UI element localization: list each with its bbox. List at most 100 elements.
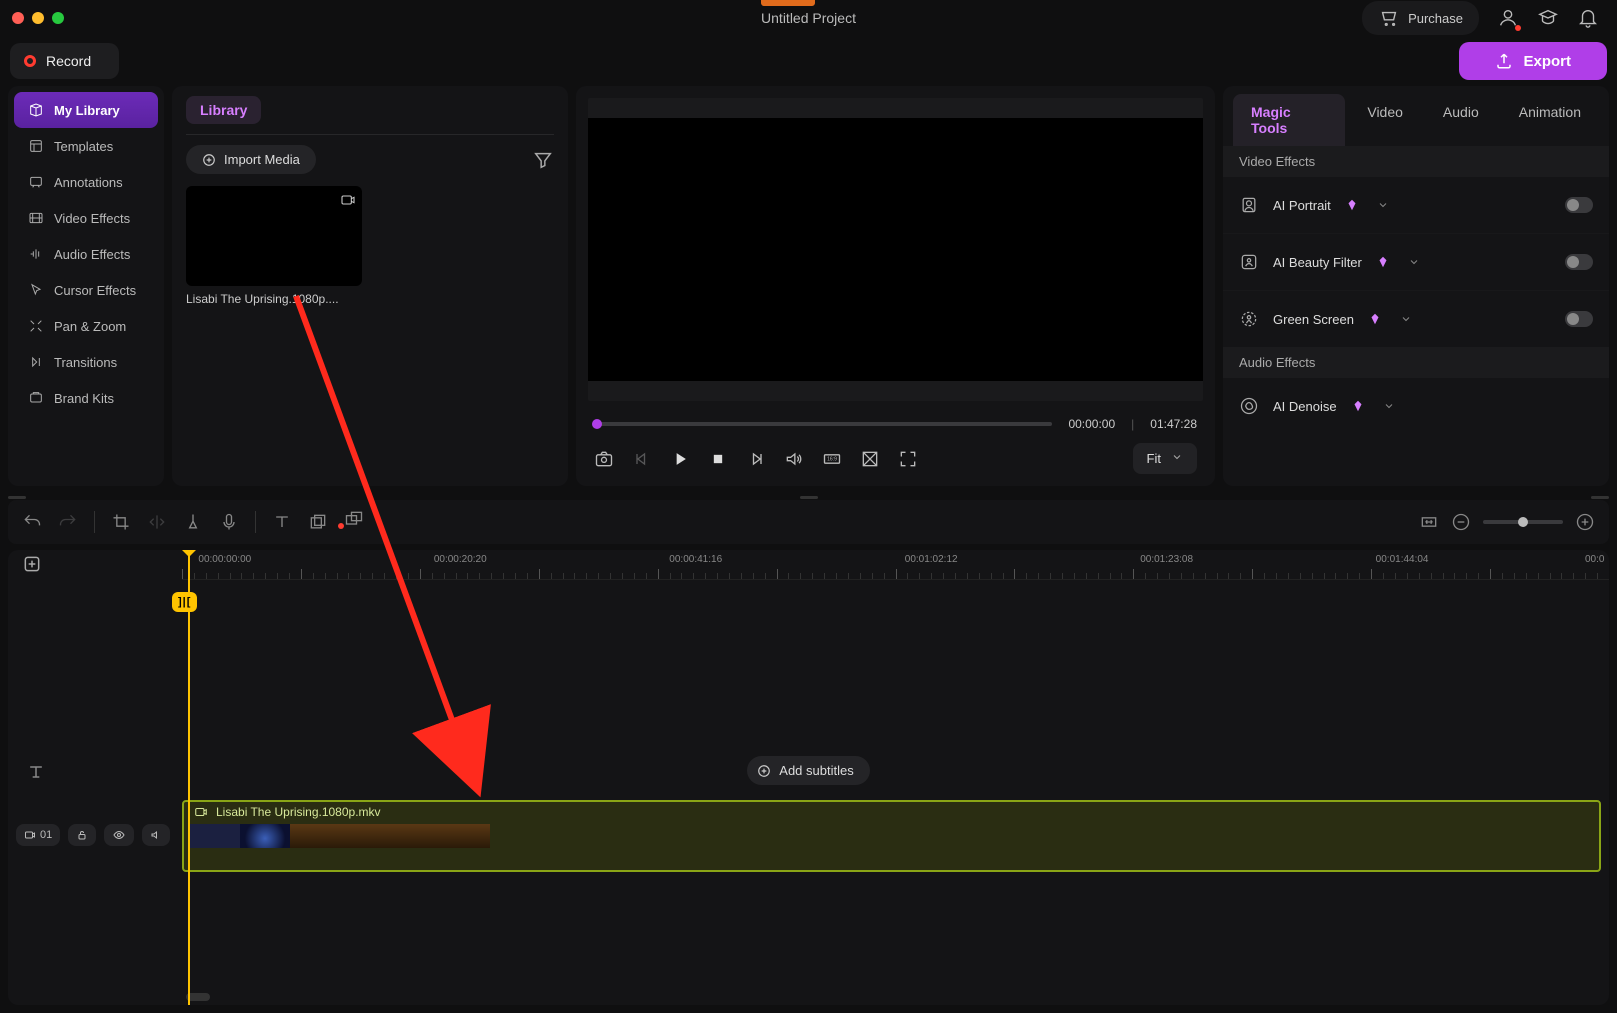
tab-magic-tools[interactable]: Magic Tools — [1233, 94, 1345, 146]
tab-video[interactable]: Video — [1349, 94, 1421, 146]
cart-icon — [1378, 7, 1400, 29]
next-frame-icon[interactable] — [746, 449, 766, 469]
library-tab[interactable]: Library — [186, 96, 261, 124]
zoom-out-icon[interactable] — [1451, 512, 1471, 532]
group-icon[interactable] — [308, 512, 328, 532]
sidebar-item-label: Transitions — [54, 355, 117, 370]
text-icon[interactable] — [272, 512, 292, 532]
sidebar-item-my-library[interactable]: My Library — [14, 92, 158, 128]
prop-ai-portrait[interactable]: AI Portrait — [1223, 177, 1609, 233]
fit-timeline-icon[interactable] — [1419, 512, 1439, 532]
sidebar-item-annotations[interactable]: Annotations — [14, 164, 158, 200]
record-icon — [24, 55, 36, 67]
chevron-down-icon[interactable] — [1383, 400, 1395, 412]
timeline-playhead[interactable] — [188, 550, 190, 1005]
tab-audio[interactable]: Audio — [1425, 94, 1497, 146]
sidebar-item-cursor-effects[interactable]: Cursor Effects — [14, 272, 158, 308]
purchase-label: Purchase — [1408, 11, 1463, 26]
transitions-icon — [28, 354, 44, 370]
timeline[interactable]: 00:00:00:00 00:00:20:20 00:00:41:16 00:0… — [8, 550, 1609, 1005]
track-number: 01 — [40, 829, 52, 841]
sidebar-item-brand-kits[interactable]: Brand Kits — [14, 380, 158, 416]
sidebar-item-label: Brand Kits — [54, 391, 114, 406]
prop-green-screen[interactable]: Green Screen — [1223, 290, 1609, 347]
snapshot-icon[interactable] — [594, 449, 614, 469]
prop-ai-denoise[interactable]: AI Denoise — [1223, 378, 1609, 434]
chevron-down-icon[interactable] — [1408, 256, 1420, 268]
preview-viewport[interactable] — [588, 98, 1203, 401]
sidebar-item-audio-effects[interactable]: Audio Effects — [14, 236, 158, 272]
export-button[interactable]: Export — [1459, 42, 1607, 80]
crop-icon[interactable] — [111, 512, 131, 532]
track-mute-button[interactable] — [142, 824, 170, 846]
sidebar-item-transitions[interactable]: Transitions — [14, 344, 158, 380]
time-divider: | — [1131, 417, 1134, 431]
chevron-down-icon[interactable] — [1400, 313, 1412, 325]
beauty-icon — [1239, 252, 1259, 272]
green-screen-icon — [1239, 309, 1259, 329]
sidebar-item-video-effects[interactable]: Video Effects — [14, 200, 158, 236]
window-close[interactable] — [12, 12, 24, 24]
undo-icon[interactable] — [22, 512, 42, 532]
record-button[interactable]: Record — [10, 43, 119, 79]
track-visibility-button[interactable] — [104, 824, 134, 846]
ruler-label: 00:00:20:20 — [434, 554, 487, 565]
fullscreen-icon[interactable] — [898, 449, 918, 469]
properties-panel: Magic Tools Video Audio Animation Video … — [1223, 86, 1609, 486]
window-minimize[interactable] — [32, 12, 44, 24]
preview-panel: 00:00:00 | 01:47:28 16:9 Fit — [576, 86, 1215, 486]
zoom-in-icon[interactable] — [1575, 512, 1595, 532]
toggle-ai-portrait[interactable] — [1565, 197, 1593, 213]
detach-icon[interactable] — [860, 449, 880, 469]
sidebar-item-label: Pan & Zoom — [54, 319, 126, 334]
split-icon[interactable] — [147, 512, 167, 532]
timeline-ruler[interactable]: 00:00:00:00 00:00:20:20 00:00:41:16 00:0… — [182, 550, 1609, 580]
tab-animation[interactable]: Animation — [1501, 94, 1599, 146]
add-track-icon[interactable] — [22, 554, 42, 574]
add-subtitles-button[interactable]: Add subtitles — [747, 756, 869, 785]
aspect-ratio-icon[interactable]: 16:9 — [822, 449, 842, 469]
stop-icon[interactable] — [708, 449, 728, 469]
filter-icon[interactable] — [532, 149, 554, 171]
chevron-down-icon[interactable] — [1377, 199, 1389, 211]
ruler-label: 00:01:44:04 — [1376, 554, 1429, 565]
prop-ai-beauty-filter[interactable]: AI Beauty Filter — [1223, 233, 1609, 290]
unlock-icon — [76, 829, 88, 841]
toggle-ai-beauty[interactable] — [1565, 254, 1593, 270]
notification-dot — [338, 523, 344, 529]
redo-icon[interactable] — [58, 512, 78, 532]
marker-icon[interactable] — [183, 512, 203, 532]
voiceover-icon[interactable] — [219, 512, 239, 532]
volume-icon[interactable] — [784, 449, 804, 469]
window-maximize[interactable] — [52, 12, 64, 24]
premium-diamond-icon — [1351, 399, 1365, 413]
media-clip[interactable]: Lisabi The Uprising.1080p.... — [186, 186, 362, 306]
track-video-chip[interactable]: 01 — [16, 824, 60, 846]
purchase-button[interactable]: Purchase — [1362, 1, 1479, 35]
sidebar-item-label: My Library — [54, 103, 120, 118]
scrubber[interactable] — [594, 422, 1052, 426]
multicam-icon[interactable] — [344, 509, 364, 529]
sidebar-item-templates[interactable]: Templates — [14, 128, 158, 164]
zoom-slider[interactable] — [1483, 520, 1563, 524]
ruler-label: 00:0 — [1585, 554, 1604, 565]
ruler-label: 00:01:02:12 — [905, 554, 958, 565]
sidebar-item-pan-zoom[interactable]: Pan & Zoom — [14, 308, 158, 344]
plus-circle-icon — [757, 764, 771, 778]
track-lock-button[interactable] — [68, 824, 96, 846]
prop-label: Green Screen — [1273, 312, 1354, 327]
video-track-clip[interactable]: Lisabi The Uprising.1080p.mkv — [182, 800, 1601, 872]
record-label: Record — [46, 53, 91, 69]
split-indicator[interactable]: ]|[ — [172, 592, 197, 612]
prev-frame-icon[interactable] — [632, 449, 652, 469]
account-button[interactable] — [1497, 7, 1519, 29]
ruler-label: 00:00:00:00 — [198, 554, 251, 565]
notification-dot — [1515, 25, 1521, 31]
toggle-green-screen[interactable] — [1565, 311, 1593, 327]
notifications-icon[interactable] — [1577, 7, 1599, 29]
tutorials-icon[interactable] — [1537, 7, 1559, 29]
fit-selector[interactable]: Fit — [1133, 443, 1197, 474]
import-media-button[interactable]: Import Media — [186, 145, 316, 174]
play-icon[interactable] — [670, 449, 690, 469]
export-label: Export — [1523, 53, 1571, 70]
